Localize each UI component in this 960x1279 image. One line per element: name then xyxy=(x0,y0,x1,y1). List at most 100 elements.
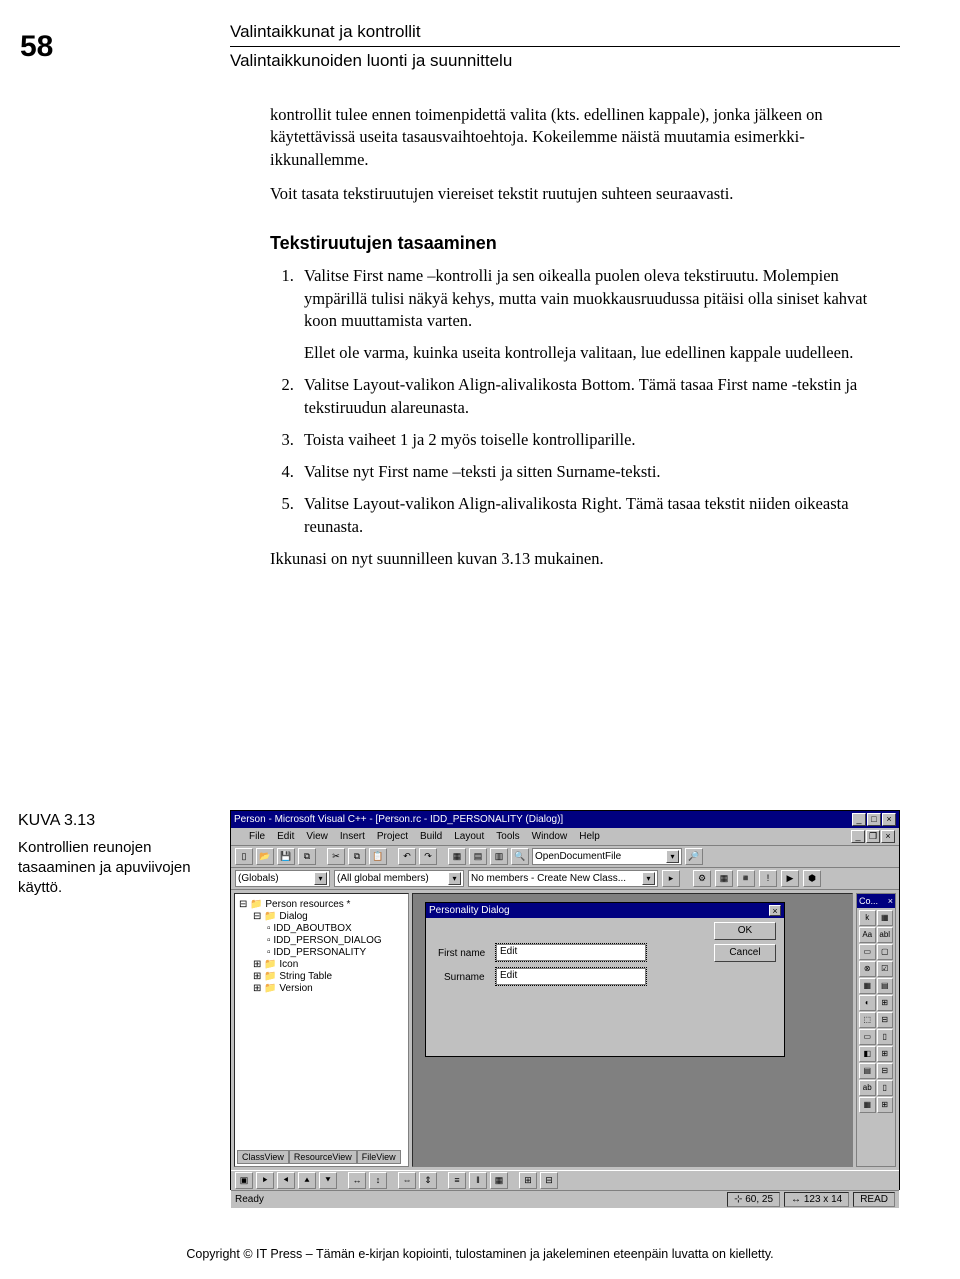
menu-layout[interactable]: Layout xyxy=(454,831,484,842)
dialog-close-icon[interactable]: × xyxy=(769,905,781,916)
toggle-grid-icon[interactable]: ⊞ xyxy=(519,1172,537,1189)
chevron-down-icon[interactable]: ▾ xyxy=(448,872,461,885)
menu-edit[interactable]: Edit xyxy=(277,831,294,842)
tree-string-table[interactable]: ⊞ 📁 String Table xyxy=(239,971,404,982)
cancel-button[interactable]: Cancel xyxy=(714,944,776,962)
tool-custom-icon[interactable]: ⊞ xyxy=(877,1097,894,1113)
dialog-preview[interactable]: Personality Dialog × OK Cancel First nam… xyxy=(425,902,785,1057)
redo-icon[interactable]: ↷ xyxy=(419,848,437,865)
toggle-guides-icon[interactable]: ⊟ xyxy=(540,1172,558,1189)
tool-vscroll-icon[interactable]: ⊞ xyxy=(877,995,894,1011)
output-icon[interactable]: ▤ xyxy=(469,848,487,865)
resource-tree[interactable]: ⊟ 📁 Person resources * ⊟ 📁 Dialog ▫ IDD_… xyxy=(234,893,409,1167)
tool-checkbox-icon[interactable]: ☑ xyxy=(877,961,894,977)
tool-listbox-icon[interactable]: ▤ xyxy=(877,978,894,994)
test-dialog-icon[interactable]: ▣ xyxy=(235,1172,253,1189)
tool-animate-icon[interactable]: ⊟ xyxy=(877,1063,894,1079)
close-icon[interactable]: × xyxy=(882,813,896,826)
same-height-icon[interactable]: ‖ xyxy=(469,1172,487,1189)
find-icon[interactable]: 🔍 xyxy=(511,848,529,865)
minimize-icon[interactable]: _ xyxy=(852,813,866,826)
find-in-files-icon[interactable]: 🔎 xyxy=(685,848,703,865)
go-icon[interactable]: ▸ xyxy=(662,870,680,887)
tree-item-personality[interactable]: ▫ IDD_PERSONALITY xyxy=(239,947,404,958)
tool-treectrl-icon[interactable]: ⊞ xyxy=(877,1046,894,1062)
tree-item-aboutbox[interactable]: ▫ IDD_ABOUTBOX xyxy=(239,923,404,934)
center-horiz-icon[interactable]: ↔ xyxy=(348,1172,366,1189)
mdi-minimize-icon[interactable]: _ xyxy=(851,830,865,843)
breakpoint-icon[interactable]: ⬢ xyxy=(803,870,821,887)
tree-root[interactable]: ⊟ 📁 Person resources * xyxy=(239,899,404,910)
tool-slider-icon[interactable]: ▭ xyxy=(859,1029,876,1045)
tool-hscroll-icon[interactable]: ◐ xyxy=(859,995,876,1011)
toolbox-close-icon[interactable]: × xyxy=(888,894,893,908)
first-name-edit[interactable]: Edit xyxy=(496,944,646,961)
build-icon[interactable]: ▦ xyxy=(715,870,733,887)
menu-help[interactable]: Help xyxy=(579,831,600,842)
menu-project[interactable]: Project xyxy=(377,831,408,842)
tool-progress-icon[interactable]: ⊟ xyxy=(877,1012,894,1028)
compile-icon[interactable]: ⚙ xyxy=(693,870,711,887)
new-file-icon[interactable]: ▯ xyxy=(235,848,253,865)
align-bottom-icon[interactable]: ⯆ xyxy=(319,1172,337,1189)
chevron-down-icon[interactable]: ▾ xyxy=(314,872,327,885)
tool-tab-icon[interactable]: ▤ xyxy=(859,1063,876,1079)
space-down-icon[interactable]: ⇕ xyxy=(419,1172,437,1189)
tool-datetime-icon[interactable]: ▯ xyxy=(877,1080,894,1096)
menu-insert[interactable]: Insert xyxy=(340,831,365,842)
chevron-down-icon[interactable]: ▾ xyxy=(666,850,679,863)
mdi-close-icon[interactable]: × xyxy=(881,830,895,843)
mdi-restore-icon[interactable]: ❐ xyxy=(866,830,880,843)
tool-picture-icon[interactable]: ▦ xyxy=(877,910,894,926)
window-list-icon[interactable]: ▥ xyxy=(490,848,508,865)
undo-icon[interactable]: ↶ xyxy=(398,848,416,865)
copy-icon[interactable]: ⧉ xyxy=(348,848,366,865)
tab-fileview[interactable]: FileView xyxy=(357,1150,401,1164)
tab-classview[interactable]: ClassView xyxy=(237,1150,289,1164)
surname-edit[interactable]: Edit xyxy=(496,968,646,985)
save-all-icon[interactable]: ⧉ xyxy=(298,848,316,865)
tool-static-text-icon[interactable]: Aa xyxy=(859,927,876,943)
tool-richedit-icon[interactable]: ab xyxy=(859,1080,876,1096)
tool-button-icon[interactable]: ▢ xyxy=(877,944,894,960)
space-across-icon[interactable]: ⇔ xyxy=(398,1172,416,1189)
create-class-combo[interactable]: No members - Create New Class... ▾ xyxy=(468,870,658,887)
first-name-label[interactable]: First name xyxy=(438,948,485,959)
surname-label[interactable]: Surname xyxy=(444,972,485,983)
tool-combobox-icon[interactable]: ▦ xyxy=(859,978,876,994)
tree-version[interactable]: ⊞ 📁 Version xyxy=(239,983,404,994)
align-right-icon[interactable]: ⯇ xyxy=(277,1172,295,1189)
go-debug-icon[interactable]: ▶ xyxy=(781,870,799,887)
globals-combo[interactable]: (Globals) ▾ xyxy=(235,870,330,887)
tab-resourceview[interactable]: ResourceView xyxy=(289,1150,357,1164)
tool-monthcal-icon[interactable]: ▦ xyxy=(859,1097,876,1113)
stop-build-icon[interactable]: ◾ xyxy=(737,870,755,887)
tree-item-person-dialog[interactable]: ▫ IDD_PERSON_DIALOG xyxy=(239,935,404,946)
save-icon[interactable]: 💾 xyxy=(277,848,295,865)
menu-tools[interactable]: Tools xyxy=(496,831,519,842)
ok-button[interactable]: OK xyxy=(714,922,776,940)
tool-spin-icon[interactable]: ⬚ xyxy=(859,1012,876,1028)
center-vert-icon[interactable]: ↕ xyxy=(369,1172,387,1189)
menu-file[interactable]: File xyxy=(249,831,265,842)
align-left-icon[interactable]: ⯈ xyxy=(256,1172,274,1189)
open-doc-combo[interactable]: OpenDocumentFile ▾ xyxy=(532,848,682,865)
dialog-designer[interactable]: Personality Dialog × OK Cancel First nam… xyxy=(412,893,853,1167)
menu-window[interactable]: Window xyxy=(532,831,568,842)
tree-dialog-folder[interactable]: ⊟ 📁 Dialog xyxy=(239,911,404,922)
workspace-icon[interactable]: ▦ xyxy=(448,848,466,865)
open-file-icon[interactable]: 📂 xyxy=(256,848,274,865)
menu-view[interactable]: View xyxy=(306,831,328,842)
chevron-down-icon[interactable]: ▾ xyxy=(642,872,655,885)
execute-icon[interactable]: ! xyxy=(759,870,777,887)
cut-icon[interactable]: ✂ xyxy=(327,848,345,865)
same-width-icon[interactable]: ≡ xyxy=(448,1172,466,1189)
tool-edit-box-icon[interactable]: abl xyxy=(877,927,894,943)
tool-radio-icon[interactable]: ⊗ xyxy=(859,961,876,977)
tool-listctrl-icon[interactable]: ◧ xyxy=(859,1046,876,1062)
paste-icon[interactable]: 📋 xyxy=(369,848,387,865)
members-combo[interactable]: (All global members) ▾ xyxy=(334,870,464,887)
menu-build[interactable]: Build xyxy=(420,831,442,842)
tree-icon-folder[interactable]: ⊞ 📁 Icon xyxy=(239,959,404,970)
tool-pointer-icon[interactable]: k xyxy=(859,910,876,926)
